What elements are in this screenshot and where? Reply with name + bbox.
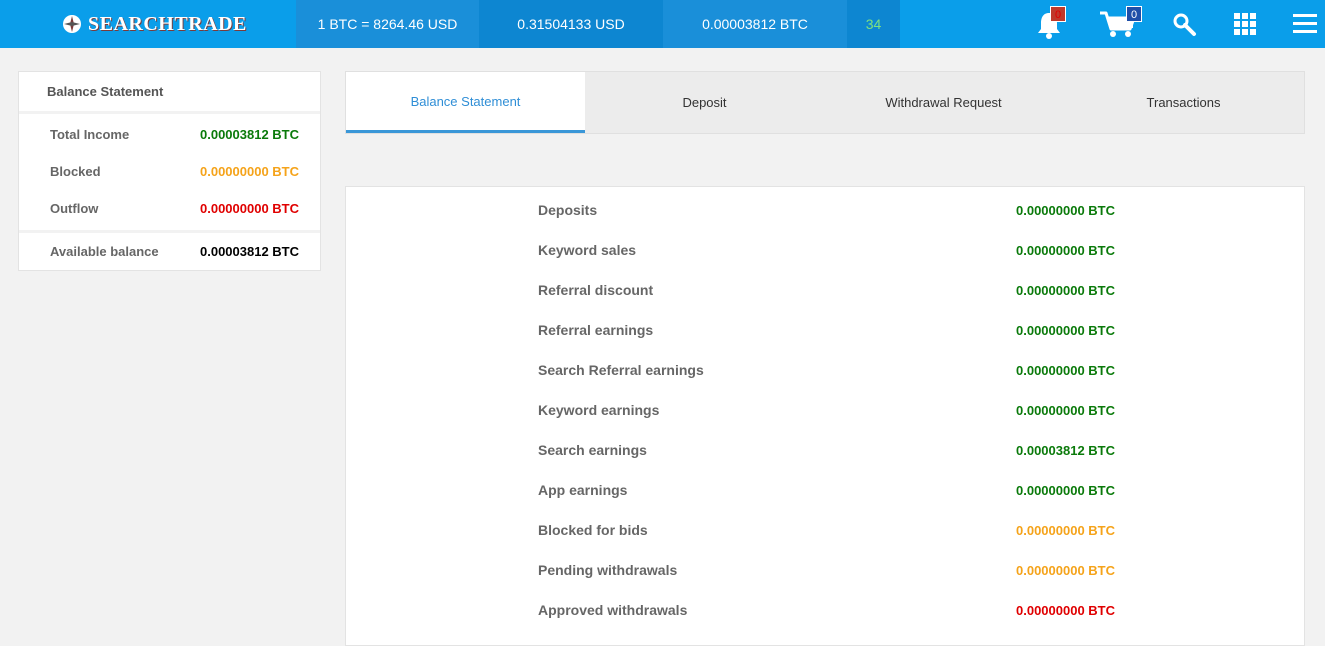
notifications-button[interactable]: 0 — [1030, 6, 1068, 42]
summary-label: Total Income — [50, 127, 130, 142]
summary-row-total-income: Total Income 0.00003812 BTC — [19, 116, 320, 153]
notifications-count: 0 — [1050, 6, 1066, 22]
summary-value: 0.00003812 BTC — [200, 127, 300, 142]
logo-text: SEARCHTRADE — [88, 12, 247, 35]
summary-row-blocked: Blocked 0.00000000 BTC — [19, 153, 320, 190]
statement-value: 0.00000000 BTC — [1016, 403, 1116, 418]
search-icon — [1173, 13, 1196, 36]
hamburger-menu-icon — [1293, 14, 1317, 33]
statement-card: Deposits 0.00000000 BTC Keyword sales 0.… — [345, 186, 1305, 646]
summary-label: Blocked — [50, 164, 101, 179]
compass-logo-icon — [63, 15, 81, 33]
statement-row: Search Referral earnings 0.00000000 BTC — [346, 349, 1304, 389]
menu-button[interactable] — [1286, 6, 1324, 42]
top-bar: SEARCHTRADE 1 BTC = 8264.46 USD 0.315041… — [0, 0, 1325, 48]
balance-summary-card: Balance Statement Total Income 0.0000381… — [18, 71, 321, 271]
cart-button[interactable]: 0 — [1096, 6, 1142, 42]
statement-label: Referral earnings — [538, 322, 654, 338]
balance-btc: 0.00003812 BTC — [663, 0, 847, 48]
apps-grid-button[interactable] — [1226, 6, 1264, 42]
statement-label: Pending withdrawals — [538, 562, 678, 578]
statement-row: Deposits 0.00000000 BTC — [346, 189, 1304, 229]
statement-row: App earnings 0.00000000 BTC — [346, 469, 1304, 509]
tab-balance-statement[interactable]: Balance Statement — [346, 72, 585, 133]
summary-value: 0.00000000 BTC — [200, 164, 300, 179]
statement-label: Approved withdrawals — [538, 602, 688, 618]
statement-row: Referral earnings 0.00000000 BTC — [346, 309, 1304, 349]
statement-label: Keyword sales — [538, 242, 637, 258]
statement-label: Blocked for bids — [538, 522, 648, 538]
statement-value: 0.00000000 BTC — [1016, 243, 1116, 258]
btc-usd-rate: 1 BTC = 8264.46 USD — [296, 0, 479, 48]
statement-value: 0.00000000 BTC — [1016, 283, 1116, 298]
cart-count: 0 — [1126, 6, 1142, 22]
statement-row: Approved withdrawals 0.00000000 BTC — [346, 589, 1304, 629]
statement-row: Keyword sales 0.00000000 BTC — [346, 229, 1304, 269]
grid-icon — [1234, 13, 1256, 35]
statement-value: 0.00000000 BTC — [1016, 363, 1116, 378]
counter-badge: 34 — [847, 0, 900, 48]
statement-value: 0.00000000 BTC — [1016, 603, 1116, 618]
logo[interactable]: SEARCHTRADE — [62, 10, 247, 38]
summary-row-available-balance: Available balance 0.00003812 BTC — [19, 230, 320, 270]
summary-row-outflow: Outflow 0.00000000 BTC — [19, 190, 320, 227]
statement-value: 0.00000000 BTC — [1016, 323, 1116, 338]
statement-value: 0.00000000 BTC — [1016, 523, 1116, 538]
statement-row: Keyword earnings 0.00000000 BTC — [346, 389, 1304, 429]
statement-value: 0.00000000 BTC — [1016, 563, 1116, 578]
statement-row: Referral discount 0.00000000 BTC — [346, 269, 1304, 309]
summary-label: Outflow — [50, 201, 99, 216]
summary-value: 0.00003812 BTC — [200, 244, 300, 259]
statement-label: Search earnings — [538, 442, 647, 458]
statement-label: Search Referral earnings — [538, 362, 704, 378]
balance-usd: 0.31504133 USD — [479, 0, 663, 48]
statement-value: 0.00000000 BTC — [1016, 483, 1116, 498]
summary-rows: Total Income 0.00003812 BTC Blocked 0.00… — [19, 114, 320, 230]
tab-transactions[interactable]: Transactions — [1063, 72, 1304, 133]
statement-value: 0.00003812 BTC — [1016, 443, 1116, 458]
summary-value: 0.00000000 BTC — [200, 201, 300, 216]
summary-label: Available balance — [50, 244, 159, 259]
statement-value: 0.00000000 BTC — [1016, 203, 1116, 218]
search-button[interactable] — [1165, 6, 1203, 42]
statement-label: Referral discount — [538, 282, 654, 298]
tab-deposit[interactable]: Deposit — [585, 72, 824, 133]
balance-tabs: Balance Statement Deposit Withdrawal Req… — [345, 71, 1305, 134]
summary-title: Balance Statement — [19, 72, 320, 114]
tab-withdrawal-request[interactable]: Withdrawal Request — [824, 72, 1063, 133]
statement-label: Deposits — [538, 202, 598, 218]
statement-label: Keyword earnings — [538, 402, 660, 418]
statement-row: Search earnings 0.00003812 BTC — [346, 429, 1304, 469]
statement-row: Blocked for bids 0.00000000 BTC — [346, 509, 1304, 549]
statement-row: Pending withdrawals 0.00000000 BTC — [346, 549, 1304, 589]
statement-label: App earnings — [538, 482, 628, 498]
